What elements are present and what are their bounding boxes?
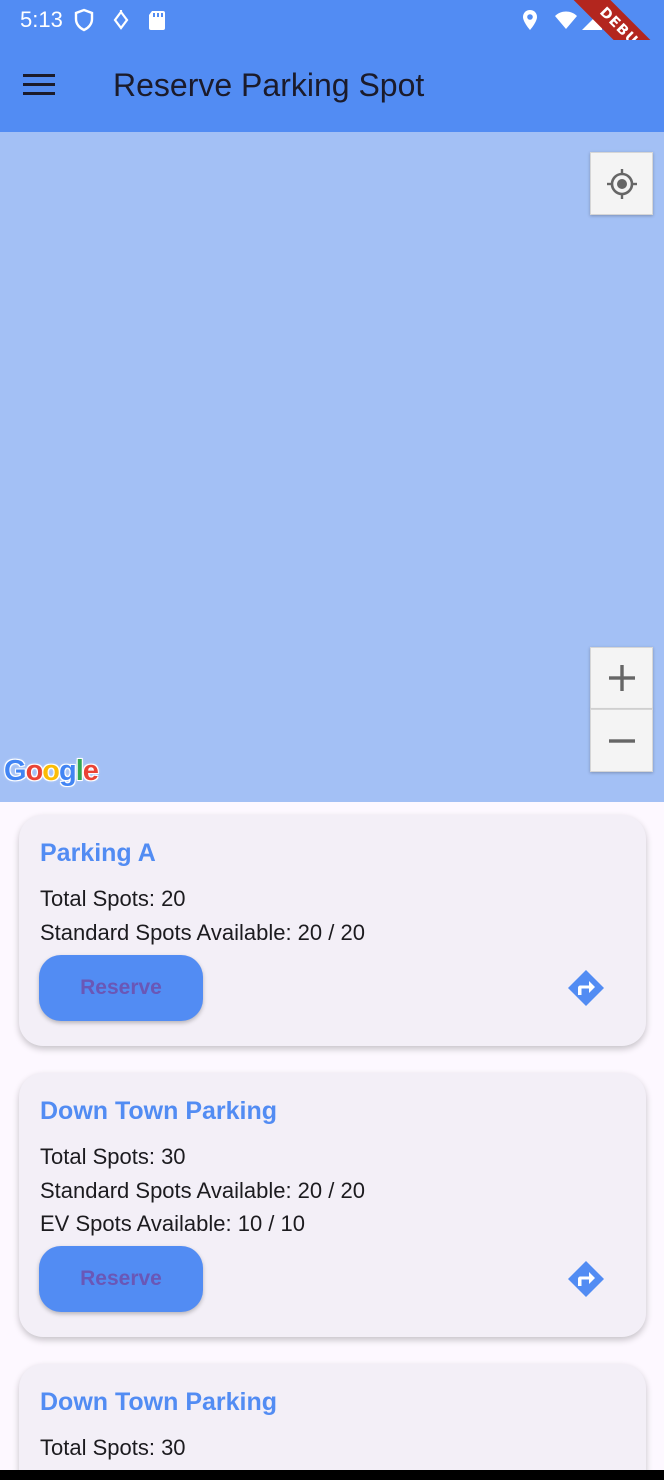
- page-title: Reserve Parking Spot: [113, 67, 425, 103]
- directions-icon[interactable]: [566, 968, 606, 1008]
- navigation-bar: [0, 1470, 664, 1480]
- my-location-icon: [606, 168, 637, 199]
- shield-icon: [74, 8, 94, 32]
- location-pin-icon: [523, 10, 537, 30]
- reserve-button[interactable]: Reserve: [39, 955, 203, 1021]
- app-bar: Reserve Parking Spot: [0, 40, 664, 132]
- parking-card: Parking A Total Spots: 20 Standard Spots…: [19, 815, 646, 1046]
- status-time: 5:13: [20, 7, 63, 32]
- standard-spots: Standard Spots Available: 20 / 20: [40, 920, 365, 945]
- parking-card: Down Town Parking Total Spots: 30 Standa…: [19, 1073, 646, 1337]
- wifi-icon: [555, 11, 577, 29]
- total-spots: Total Spots: 30: [40, 1144, 186, 1169]
- parking-name: Down Town Parking: [40, 1388, 278, 1416]
- total-spots: Total Spots: 30: [40, 1435, 186, 1460]
- parking-name: Parking A: [40, 839, 156, 867]
- minus-icon: [608, 738, 635, 743]
- menu-icon[interactable]: [17, 62, 61, 106]
- data-saver-icon: [113, 10, 129, 30]
- total-spots: Total Spots: 20: [40, 886, 186, 911]
- parking-card: Down Town Parking Total Spots: 30: [19, 1364, 646, 1480]
- status-bar: 5:13 DEBUG: [0, 0, 664, 94]
- my-location-button[interactable]: [590, 152, 653, 215]
- zoom-in-button[interactable]: [590, 647, 653, 709]
- parking-name: Down Town Parking: [40, 1097, 278, 1125]
- sd-card-icon: [149, 11, 165, 30]
- reserve-button[interactable]: Reserve: [39, 1246, 203, 1312]
- ev-spots: EV Spots Available: 10 / 10: [40, 1211, 305, 1236]
- standard-spots: Standard Spots Available: 20 / 20: [40, 1178, 365, 1203]
- zoom-out-button[interactable]: [590, 709, 653, 772]
- plus-icon: [608, 665, 635, 691]
- directions-icon[interactable]: [566, 1259, 606, 1299]
- google-logo: Google: [4, 755, 99, 787]
- map-view[interactable]: Google: [0, 132, 664, 802]
